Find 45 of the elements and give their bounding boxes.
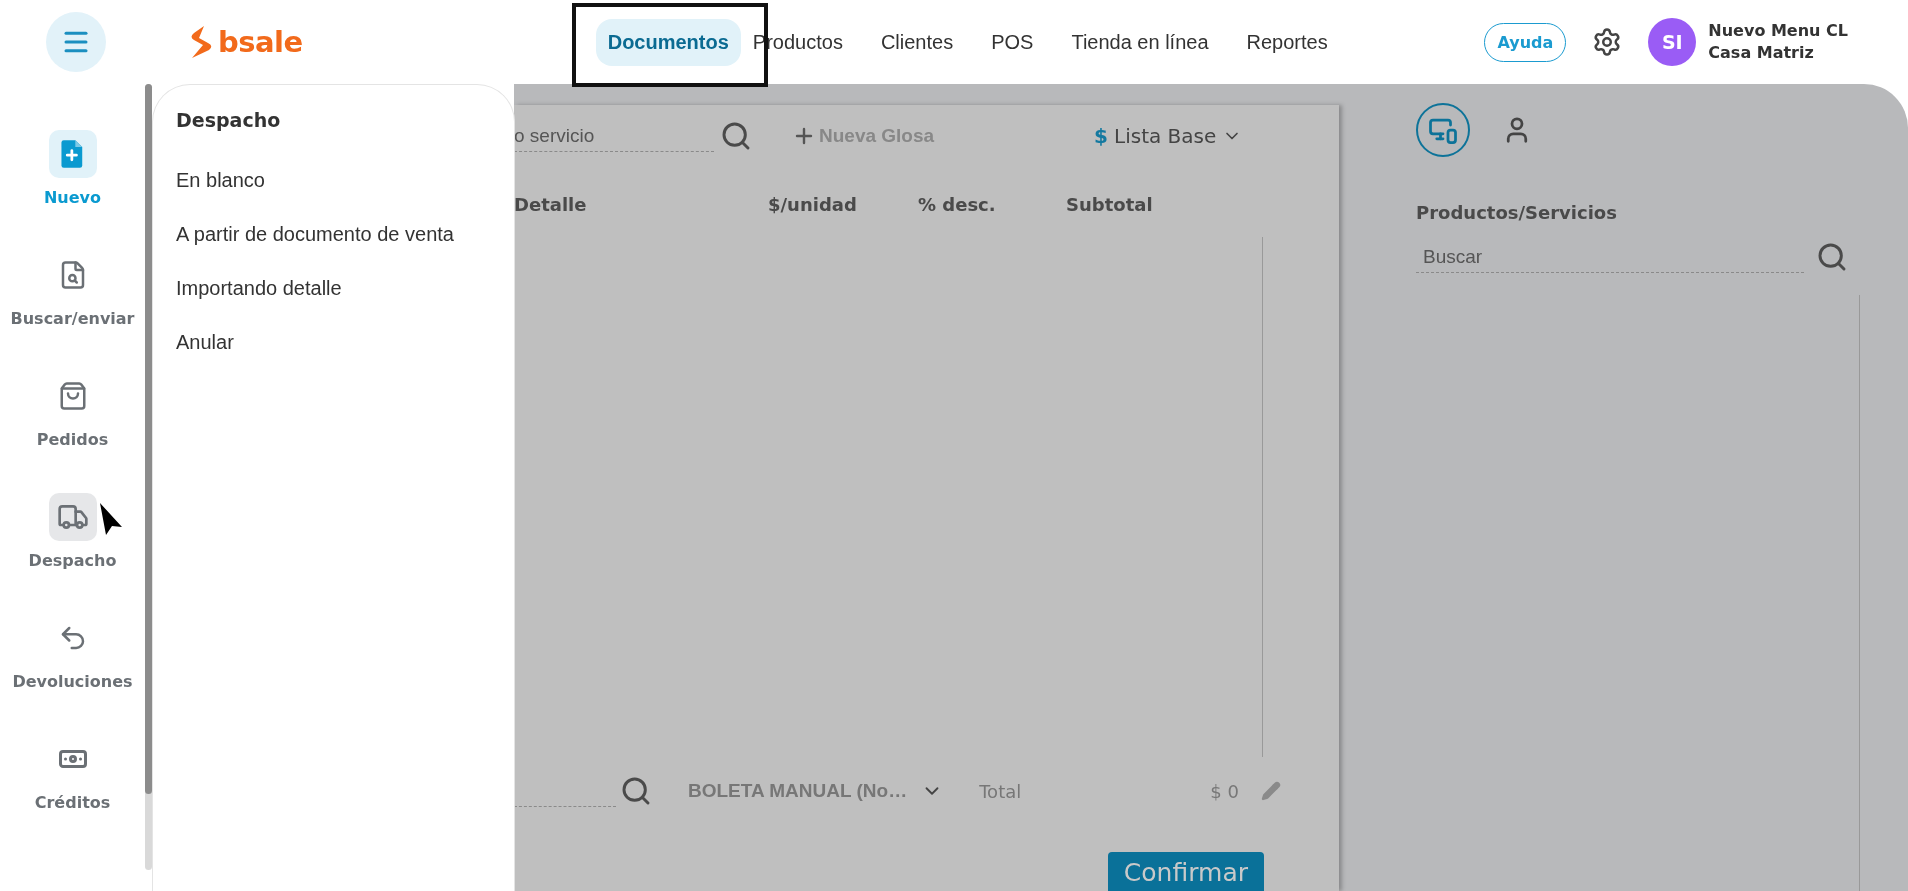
help-button[interactable]: Ayuda (1484, 22, 1567, 62)
sidebar-label: Devoluciones (12, 672, 133, 691)
sidebar-label: Nuevo (43, 188, 102, 207)
confirm-button[interactable]: Confirmar (1107, 852, 1264, 891)
nav-tab[interactable]: Tienda en línea (1059, 18, 1221, 66)
flyout-item[interactable]: A partir de documento de venta (176, 223, 514, 277)
total-amount: $ 0 (1210, 780, 1239, 802)
sidebar-label: Créditos (34, 793, 111, 812)
flyout-item[interactable]: Anular (176, 331, 514, 385)
branch-name: Casa Matriz (1708, 42, 1815, 64)
column-header: Subtotal (1066, 194, 1154, 215)
price-list-dropdown[interactable]: $ Lista Base (1094, 124, 1243, 148)
column-header: % desc. (918, 194, 997, 215)
nav-tab[interactable]: Clientes (868, 18, 966, 66)
search-icon[interactable] (720, 120, 752, 152)
devices-tab[interactable] (1416, 103, 1470, 157)
menu-button[interactable] (46, 12, 106, 72)
column-header: Detalle (514, 194, 588, 215)
settings-icon[interactable] (1592, 27, 1623, 57)
user-name: Nuevo Menu CL (1708, 20, 1848, 42)
sidebar-item[interactable]: Despacho (2, 493, 143, 570)
flyout-item[interactable]: Importando detalle (176, 277, 514, 331)
sidebar-item[interactable]: Devoluciones (2, 614, 143, 691)
flyout-item[interactable]: En blanco (176, 169, 514, 223)
scrollbar[interactable] (145, 84, 152, 870)
product-search-field[interactable]: o servicio (514, 120, 714, 152)
sidebar-item[interactable]: Nuevo (2, 130, 143, 207)
nav-tab[interactable]: POS (979, 18, 1046, 66)
panel-title: Productos/Servicios (1416, 202, 1618, 223)
nav-tab[interactable]: Reportes (1234, 18, 1340, 66)
brand-name: bsale (218, 25, 303, 59)
sidebar-label: Pedidos (36, 430, 109, 449)
total-label: Total (979, 780, 1022, 802)
user-avatar[interactable]: SI (1648, 18, 1697, 66)
search-icon[interactable] (620, 775, 652, 807)
sidebar-item[interactable]: Pedidos (2, 372, 143, 449)
sidebar-item[interactable]: Créditos (2, 735, 143, 812)
nav-tab[interactable]: Documentos (595, 18, 741, 66)
sidebar-label: Buscar/enviar (10, 309, 135, 328)
sidebar-item[interactable]: Buscar/enviar (2, 251, 143, 328)
search-icon[interactable] (1816, 241, 1848, 273)
flyout-title: Despacho (176, 109, 282, 131)
sidebar-label: Despacho (28, 551, 117, 570)
product-search-field[interactable]: Buscar (1416, 241, 1804, 273)
column-header: $/unidad (768, 194, 858, 215)
